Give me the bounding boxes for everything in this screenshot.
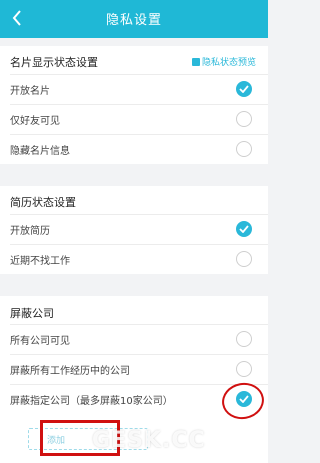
radio-unchecked[interactable] [236,331,252,347]
option-friends-only[interactable]: 仅好友可见 [0,104,268,134]
privacy-preview-link[interactable]: 隐私状态预览 [191,55,256,68]
option-block-history[interactable]: 屏蔽所有工作经历中的公司 [0,354,268,384]
option-label: 开放名片 [10,86,50,97]
page-title: 隐私设置 [105,13,162,28]
business-card-section: 名片显示状态设置 隐私状态预览 开放名片 仅好友可见 隐藏名片信息 [0,46,268,164]
option-all-visible[interactable]: 所有公司可见 [0,324,268,354]
option-label: 近期不找工作 [10,256,70,267]
resume-section-title: 简历状态设置 [10,196,76,209]
header-bar: 隐私设置 [0,0,268,38]
resume-section: 简历状态设置 开放简历 近期不找工作 [0,186,268,274]
block-company-section-title: 屏蔽公司 [10,307,54,320]
privacy-preview-label: 隐私状态预览 [201,58,256,68]
option-label: 仅好友可见 [10,116,60,127]
preview-icon [191,58,200,66]
option-label: 屏蔽所有工作经历中的公司 [10,366,130,377]
option-open-card[interactable]: 开放名片 [0,74,268,104]
check-icon [239,225,249,233]
option-open-resume[interactable]: 开放简历 [0,214,268,244]
radio-unchecked[interactable] [236,141,252,157]
radio-checked[interactable] [236,81,252,97]
option-label: 所有公司可见 [10,336,70,347]
option-hide-card[interactable]: 隐藏名片信息 [0,134,268,164]
radio-unchecked[interactable] [236,361,252,377]
radio-unchecked[interactable] [236,111,252,127]
option-label: 隐藏名片信息 [10,146,70,157]
radio-unchecked[interactable] [236,251,252,267]
option-not-looking[interactable]: 近期不找工作 [0,244,268,274]
business-card-section-title: 名片显示状态设置 [10,56,98,69]
radio-checked[interactable] [236,221,252,237]
watermark: GESK.CC [92,428,206,453]
option-label: 开放简历 [10,226,50,237]
check-icon [239,85,249,93]
option-label: 屏蔽指定公司（最多屏蔽10家公司） [10,396,173,407]
